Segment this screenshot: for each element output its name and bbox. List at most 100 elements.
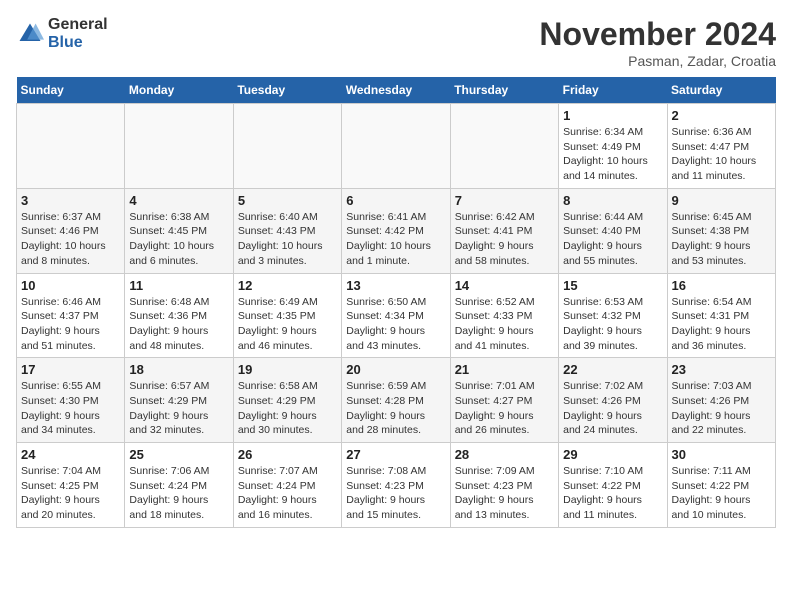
weekday-header-monday: Monday	[125, 77, 233, 104]
calendar-week-4: 17 Sunrise: 6:55 AM Sunset: 4:30 PM Dayli…	[17, 358, 776, 443]
day-info: Sunrise: 6:53 AM Sunset: 4:32 PM Dayligh…	[563, 295, 662, 354]
day-number: 3	[21, 193, 120, 208]
day-info: Sunrise: 6:50 AM Sunset: 4:34 PM Dayligh…	[346, 295, 445, 354]
day-number: 9	[672, 193, 771, 208]
calendar-cell	[125, 104, 233, 189]
day-number: 4	[129, 193, 228, 208]
day-number: 7	[455, 193, 554, 208]
calendar-cell: 10Sunrise: 6:46 AM Sunset: 4:37 PM Dayli…	[17, 273, 125, 358]
calendar-subtitle: Pasman, Zadar, Croatia	[539, 53, 776, 69]
day-info: Sunrise: 7:07 AM Sunset: 4:24 PM Dayligh…	[238, 464, 337, 523]
calendar-cell: 11 Sunrise: 6:48 AM Sunset: 4:36 PM Dayli…	[125, 273, 233, 358]
day-number: 18	[129, 362, 228, 377]
logo-icon	[16, 20, 44, 48]
day-number: 2	[672, 108, 771, 123]
day-number: 17	[21, 362, 120, 377]
calendar-cell: 1Sunrise: 6:34 AM Sunset: 4:49 PM Daylig…	[559, 104, 667, 189]
day-number: 24	[21, 447, 120, 462]
weekday-header-row: SundayMondayTuesdayWednesdayThursdayFrid…	[17, 77, 776, 104]
calendar-cell: 4 Sunrise: 6:38 AM Sunset: 4:45 PM Daylig…	[125, 188, 233, 273]
day-number: 8	[563, 193, 662, 208]
day-info: Sunrise: 7:11 AM Sunset: 4:22 PM Dayligh…	[672, 464, 771, 523]
day-number: 13	[346, 278, 445, 293]
day-number: 6	[346, 193, 445, 208]
day-number: 28	[455, 447, 554, 462]
weekday-header-saturday: Saturday	[667, 77, 775, 104]
calendar-cell: 19 Sunrise: 6:58 AM Sunset: 4:29 PM Dayli…	[233, 358, 341, 443]
logo: General Blue	[16, 16, 108, 51]
day-number: 22	[563, 362, 662, 377]
day-info: Sunrise: 6:34 AM Sunset: 4:49 PM Dayligh…	[563, 125, 662, 184]
calendar-week-1: 1Sunrise: 6:34 AM Sunset: 4:49 PM Daylig…	[17, 104, 776, 189]
day-info: Sunrise: 6:52 AM Sunset: 4:33 PM Dayligh…	[455, 295, 554, 354]
calendar-cell: 3 Sunrise: 6:37 AM Sunset: 4:46 PM Daylig…	[17, 188, 125, 273]
calendar-cell: 7 Sunrise: 6:42 AM Sunset: 4:41 PM Daylig…	[450, 188, 558, 273]
calendar-cell: 29Sunrise: 7:10 AM Sunset: 4:22 PM Dayli…	[559, 443, 667, 528]
calendar-cell	[17, 104, 125, 189]
day-info: Sunrise: 6:42 AM Sunset: 4:41 PM Dayligh…	[455, 210, 554, 269]
day-info: Sunrise: 6:48 AM Sunset: 4:36 PM Dayligh…	[129, 295, 228, 354]
day-info: Sunrise: 6:40 AM Sunset: 4:43 PM Dayligh…	[238, 210, 337, 269]
weekday-header-friday: Friday	[559, 77, 667, 104]
day-info: Sunrise: 6:38 AM Sunset: 4:45 PM Dayligh…	[129, 210, 228, 269]
day-info: Sunrise: 7:01 AM Sunset: 4:27 PM Dayligh…	[455, 379, 554, 438]
header: General Blue November 2024 Pasman, Zadar…	[16, 16, 776, 69]
calendar-cell: 6 Sunrise: 6:41 AM Sunset: 4:42 PM Daylig…	[342, 188, 450, 273]
logo-blue-text: Blue	[48, 34, 108, 52]
logo-text: General Blue	[48, 16, 108, 51]
day-info: Sunrise: 6:46 AM Sunset: 4:37 PM Dayligh…	[21, 295, 120, 354]
day-number: 23	[672, 362, 771, 377]
calendar-cell: 14Sunrise: 6:52 AM Sunset: 4:33 PM Dayli…	[450, 273, 558, 358]
calendar-cell: 8 Sunrise: 6:44 AM Sunset: 4:40 PM Daylig…	[559, 188, 667, 273]
calendar-week-5: 24Sunrise: 7:04 AM Sunset: 4:25 PM Dayli…	[17, 443, 776, 528]
day-info: Sunrise: 6:45 AM Sunset: 4:38 PM Dayligh…	[672, 210, 771, 269]
calendar-cell: 22 Sunrise: 7:02 AM Sunset: 4:26 PM Dayli…	[559, 358, 667, 443]
day-info: Sunrise: 6:44 AM Sunset: 4:40 PM Dayligh…	[563, 210, 662, 269]
day-info: Sunrise: 6:55 AM Sunset: 4:30 PM Dayligh…	[21, 379, 120, 438]
weekday-header-sunday: Sunday	[17, 77, 125, 104]
day-number: 27	[346, 447, 445, 462]
day-number: 5	[238, 193, 337, 208]
day-info: Sunrise: 6:54 AM Sunset: 4:31 PM Dayligh…	[672, 295, 771, 354]
calendar-cell: 21Sunrise: 7:01 AM Sunset: 4:27 PM Dayli…	[450, 358, 558, 443]
day-number: 19	[238, 362, 337, 377]
calendar-cell	[450, 104, 558, 189]
title-area: November 2024 Pasman, Zadar, Croatia	[539, 16, 776, 69]
day-info: Sunrise: 6:59 AM Sunset: 4:28 PM Dayligh…	[346, 379, 445, 438]
calendar-cell: 28Sunrise: 7:09 AM Sunset: 4:23 PM Dayli…	[450, 443, 558, 528]
day-info: Sunrise: 7:03 AM Sunset: 4:26 PM Dayligh…	[672, 379, 771, 438]
calendar-cell: 5 Sunrise: 6:40 AM Sunset: 4:43 PM Daylig…	[233, 188, 341, 273]
day-number: 26	[238, 447, 337, 462]
calendar-cell: 16 Sunrise: 6:54 AM Sunset: 4:31 PM Dayli…	[667, 273, 775, 358]
day-info: Sunrise: 7:08 AM Sunset: 4:23 PM Dayligh…	[346, 464, 445, 523]
calendar-table: SundayMondayTuesdayWednesdayThursdayFrid…	[16, 77, 776, 528]
calendar-cell	[233, 104, 341, 189]
day-info: Sunrise: 6:49 AM Sunset: 4:35 PM Dayligh…	[238, 295, 337, 354]
day-info: Sunrise: 6:57 AM Sunset: 4:29 PM Dayligh…	[129, 379, 228, 438]
calendar-cell: 12 Sunrise: 6:49 AM Sunset: 4:35 PM Dayli…	[233, 273, 341, 358]
calendar-week-3: 10Sunrise: 6:46 AM Sunset: 4:37 PM Dayli…	[17, 273, 776, 358]
day-info: Sunrise: 6:58 AM Sunset: 4:29 PM Dayligh…	[238, 379, 337, 438]
calendar-cell: 15Sunrise: 6:53 AM Sunset: 4:32 PM Dayli…	[559, 273, 667, 358]
calendar-cell	[342, 104, 450, 189]
calendar-cell: 26 Sunrise: 7:07 AM Sunset: 4:24 PM Dayli…	[233, 443, 341, 528]
day-info: Sunrise: 7:06 AM Sunset: 4:24 PM Dayligh…	[129, 464, 228, 523]
calendar-cell: 9 Sunrise: 6:45 AM Sunset: 4:38 PM Daylig…	[667, 188, 775, 273]
day-info: Sunrise: 6:41 AM Sunset: 4:42 PM Dayligh…	[346, 210, 445, 269]
calendar-cell: 23 Sunrise: 7:03 AM Sunset: 4:26 PM Dayli…	[667, 358, 775, 443]
day-info: Sunrise: 6:36 AM Sunset: 4:47 PM Dayligh…	[672, 125, 771, 184]
day-number: 12	[238, 278, 337, 293]
calendar-cell: 27 Sunrise: 7:08 AM Sunset: 4:23 PM Dayli…	[342, 443, 450, 528]
calendar-cell: 17 Sunrise: 6:55 AM Sunset: 4:30 PM Dayli…	[17, 358, 125, 443]
day-info: Sunrise: 7:02 AM Sunset: 4:26 PM Dayligh…	[563, 379, 662, 438]
day-number: 11	[129, 278, 228, 293]
weekday-header-thursday: Thursday	[450, 77, 558, 104]
weekday-header-tuesday: Tuesday	[233, 77, 341, 104]
day-number: 16	[672, 278, 771, 293]
day-info: Sunrise: 6:37 AM Sunset: 4:46 PM Dayligh…	[21, 210, 120, 269]
weekday-header-wednesday: Wednesday	[342, 77, 450, 104]
calendar-cell: 24Sunrise: 7:04 AM Sunset: 4:25 PM Dayli…	[17, 443, 125, 528]
day-number: 25	[129, 447, 228, 462]
calendar-cell: 30Sunrise: 7:11 AM Sunset: 4:22 PM Dayli…	[667, 443, 775, 528]
day-number: 29	[563, 447, 662, 462]
